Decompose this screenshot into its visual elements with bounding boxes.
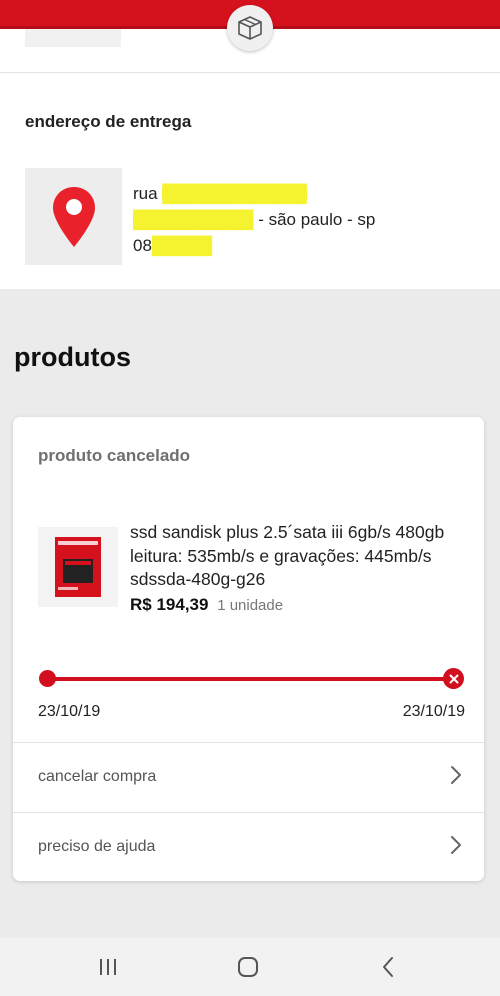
address-line-2: ██████████ - são paulo - sp — [133, 210, 376, 229]
products-title: produtos — [14, 342, 131, 372]
address-line-1: rua ████████████ — [133, 184, 307, 203]
package-box-icon — [227, 5, 273, 51]
address-line-3: 08█████ — [133, 236, 213, 255]
recent-apps-icon[interactable] — [93, 954, 123, 980]
product-quantity: 1 unidade — [217, 597, 284, 614]
chevron-right-icon — [450, 765, 462, 790]
previous-thumbnail — [25, 29, 121, 47]
product-price-row: R$ 194,39 1 unidade — [130, 595, 283, 615]
cancel-purchase-row[interactable]: cancelar compra — [13, 742, 484, 812]
timeline-start-date: 23/10/19 — [38, 703, 101, 720]
home-icon[interactable] — [233, 954, 263, 980]
ssd-product-image[interactable] — [38, 527, 118, 607]
back-icon[interactable] — [373, 954, 403, 980]
timeline-start-dot — [39, 670, 56, 687]
cancel-purchase-label: cancelar compra — [38, 768, 157, 785]
address-lines: rua ████████████ ██████████ - são paulo … — [133, 181, 375, 259]
system-navigation-bar — [0, 938, 500, 996]
chevron-right-icon — [450, 835, 462, 860]
address-title: endereço de entrega — [25, 112, 192, 131]
map-pin-icon — [25, 168, 122, 265]
timeline-end-date: 23/10/19 — [402, 703, 465, 720]
cancel-x-icon — [443, 668, 464, 689]
divider — [0, 72, 500, 73]
need-help-label: preciso de ajuda — [38, 838, 156, 855]
product-price: R$ 194,39 — [130, 595, 209, 614]
product-description[interactable]: ssd sandisk plus 2.5´sata iii 6gb/s 480g… — [130, 521, 470, 592]
timeline-track — [48, 677, 453, 681]
need-help-row[interactable]: preciso de ajuda — [13, 812, 484, 882]
product-card: produto cancelado ssd sandisk plus 2.5´s… — [13, 417, 484, 881]
status-label: produto cancelado — [38, 446, 191, 465]
